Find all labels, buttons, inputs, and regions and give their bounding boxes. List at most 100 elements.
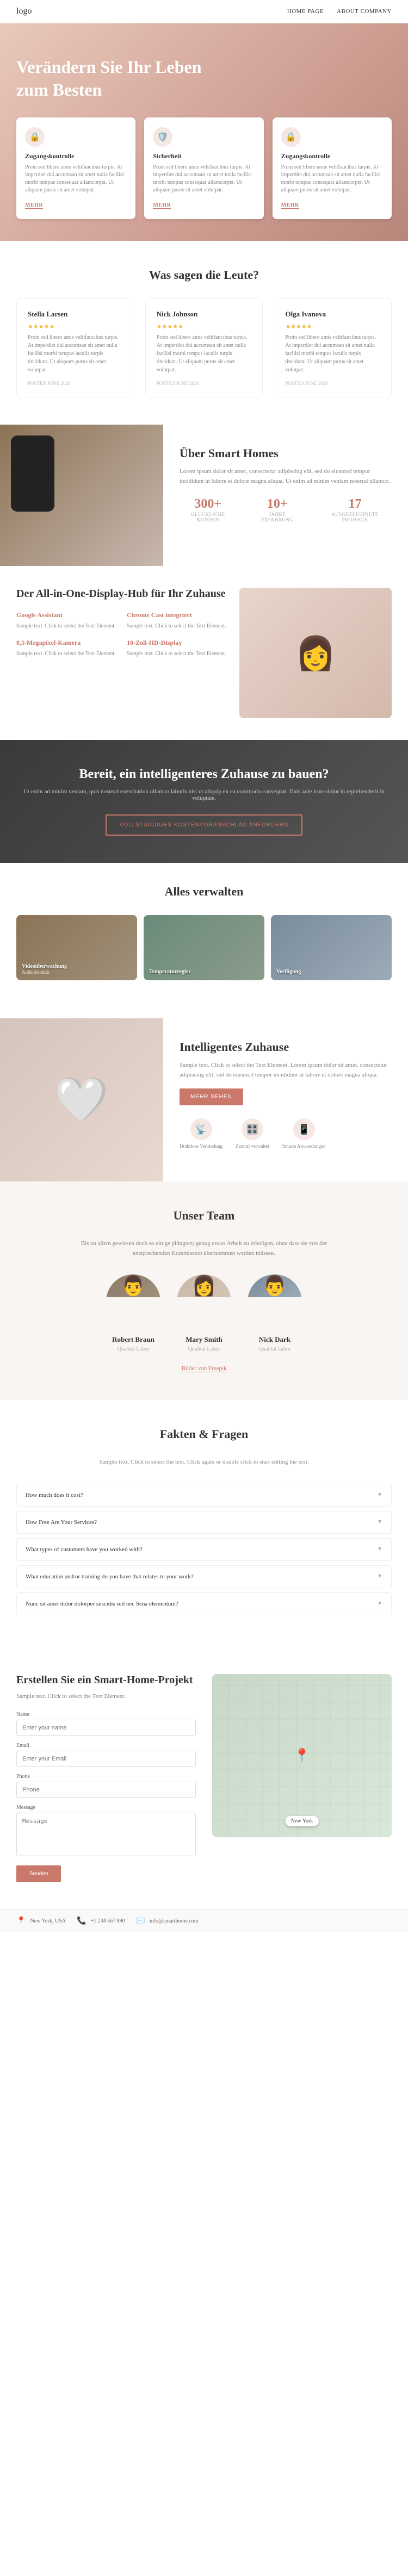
smart-homes-section: Über Smart Homes Lorem ipsum dolor sit a… [0,425,408,566]
manage-title: Alles verwalten [16,885,392,899]
message-label: Message [16,1805,196,1810]
hub-item-2: Chrome Cast integriert Sample text. Clic… [127,611,228,630]
faq-question-1[interactable]: How much does it cost? ▼ [17,1484,391,1506]
member-3-role: Qualität Labor [248,1346,302,1352]
avatar-2-img: 👩 [177,1274,231,1297]
smart-home2-image: 🤍 [0,1018,163,1181]
stat-2-label: JAHRE ERFAHRUNG [252,512,302,522]
chevron-down-icon-4: ▼ [377,1573,382,1579]
hero-card-3-title: Zugangskontrolle [281,152,383,160]
faq-section: Fakten & Fragen Sample text. Click to se… [0,1400,408,1647]
mehr-button[interactable]: MEHR SEHEN [180,1088,243,1105]
avatar-1: 👨 [106,1274,160,1329]
message-field[interactable] [16,1813,196,1856]
smart-home2-text: Sample text. Click to select the Text El… [180,1061,392,1080]
team-desc: Bis zu allem gewissen doch so ein ge plü… [68,1239,340,1258]
stat-2-number: 10+ [252,497,302,512]
location-email: info@smarthome.com [150,1918,198,1924]
stat-1-label: GLÜCKLICHE KUNDEN [180,512,236,522]
hub-item-1: Google Assistant Sample text. Click to s… [16,611,118,630]
stat-3-number: 17 [318,497,392,512]
faq-item-3: What types of customers have you worked … [16,1538,392,1561]
hub-grid: Google Assistant Sample text. Click to s… [16,611,228,658]
contact-title: Erstellen Sie ein Smart-Home-Projekt [16,1674,196,1687]
chevron-down-icon-2: ▼ [377,1519,382,1525]
hub-img-person: 👩 [239,588,392,718]
faq-title: Fakten & Fragen [16,1427,392,1441]
stat-2: 10+ JAHRE ERFAHRUNG [252,497,302,522]
feature-icon-1: 📡 Drahtlose Verbindung [180,1118,222,1149]
testimonial-3-date: POSTED JUNE 2020 [285,381,380,386]
lock2-icon: 🔒 [281,127,301,147]
smart-home2-img-icon: 🤍 [54,1074,109,1125]
smart-home2-section: 🤍 Intelligentes Zuhause Sample text. Cli… [0,1018,408,1181]
avatar-1-img: 👨 [106,1274,160,1297]
testimonial-1-name: Stella Larsen [28,310,123,319]
hero-card-2-title: Sicherheit [153,152,255,160]
hero-title: Verändern Sie Ihr Leben zum Besten [16,56,207,101]
phone-field[interactable] [16,1782,196,1798]
faq-question-3[interactable]: What types of customers have you worked … [17,1539,391,1560]
nav-home[interactable]: HOME PAGE [287,8,324,15]
cta-banner: Bereit, ein intelligenteres Zuhause zu b… [0,740,408,863]
testimonial-1-stars: ★★★★★ [28,323,123,330]
chevron-down-icon-5: ▼ [377,1601,382,1607]
email-label: Email [16,1743,196,1749]
email-field[interactable] [16,1751,196,1767]
hub-item-4-text: Sample text. Click to select the Text El… [127,650,228,658]
smart-homes-content: Über Smart Homes Lorem ipsum dolor sit a… [163,425,408,566]
team-member-1: 👨 Robert Braun Qualität Labor [106,1274,160,1352]
hero-card-1-title: Zugangskontrolle [25,152,127,160]
hub-image: 👩 [239,588,392,718]
testimonial-1-text: Proin sed libero amis velitfaucibus turp… [28,333,123,374]
hero-card-1-link[interactable]: MEHR [25,202,43,209]
avatar-3: 👨 [248,1274,302,1329]
smart-homes-text: Lorem ipsum dolor sit amet, consectetur … [180,467,392,486]
name-label: Name [16,1712,196,1718]
control-icon: 🎛️ [242,1118,263,1140]
location-item-3: ✉️ info@smarthome.com [136,1917,199,1926]
hero-card-1-text: Proin sed libero amis velitfaucibus turp… [25,164,127,194]
manage-images: Videoüberwachung Außenbereich Temperatur… [16,915,392,980]
faq-question-4-text: What education and/or training do you ha… [26,1573,194,1580]
smart-home2-content: Intelligentes Zuhause Sample text. Click… [163,1018,408,1181]
manage-img-1: Videoüberwachung Außenbereich [16,915,137,980]
smart-homes-stats: 300+ GLÜCKLICHE KUNDEN 10+ JAHRE ERFAHRU… [180,497,392,522]
manage-img-3-content: Verfügung [276,969,301,975]
testimonial-1-date: POSTED JUNE 2020 [28,381,123,386]
feature-3-label: Smarte Anwendungen [282,1143,326,1149]
contact-inner: Erstellen Sie ein Smart-Home-Projekt Sam… [16,1674,392,1883]
manage-img-2: Temperaturregler [144,915,264,980]
nav-about[interactable]: ABOUT COMPANY [337,8,392,15]
feature-icons: 📡 Drahtlose Verbindung 🎛️ Zentral verwal… [180,1118,392,1149]
member-3-name: Nick Dark [248,1335,302,1344]
hero-card-3-link[interactable]: MEHR [281,202,299,209]
manage-img-2-bg: Temperaturregler [144,915,264,980]
name-field[interactable] [16,1720,196,1736]
hero-card-2-link[interactable]: MEHR [153,202,171,209]
team-title: Unser Team [16,1209,392,1223]
team-freepik-link[interactable]: Bilder von Freepik [181,1365,226,1372]
hero-card-3: 🔒 Zugangskontrolle Proin sed libero amis… [273,117,392,219]
chevron-down-icon-3: ▼ [377,1546,382,1552]
faq-question-5[interactable]: Nunc sit amet dolor dolorper suscidis se… [17,1593,391,1615]
manage-img-3-bg: Verfügung [271,915,392,980]
email-icon: ✉️ [136,1917,145,1926]
faq-question-4[interactable]: What education and/or training do you ha… [17,1566,391,1588]
testimonial-3-text: Proin sed libero amis velitfaucibus turp… [285,333,380,374]
lock-icon: 🔒 [25,127,45,147]
contact-map-side: 📍 New York [212,1674,392,1883]
feature-icon-3: 📱 Smarte Anwendungen [282,1118,326,1149]
chevron-down-icon-1: ▼ [377,1492,382,1498]
wifi-icon: 📡 [190,1118,212,1140]
phone-icon: 📱 [293,1118,315,1140]
cta-button[interactable]: VOLLSTÄNDIGES KOSTENVORANSCHLAG ANFORDER… [106,814,303,836]
faq-question-2[interactable]: How Free Are Your Services? ▼ [17,1511,391,1533]
form-group-name: Name [16,1712,196,1736]
contact-form-side: Erstellen Sie ein Smart-Home-Projekt Sam… [16,1674,196,1883]
location-item-2: 📞 +1 234 567 890 [77,1917,125,1926]
location-info: 📍 New York, USA 📞 +1 234 567 890 ✉️ info… [0,1909,408,1932]
testimonial-2: Nick Johnson ★★★★★ Proin sed libero amis… [145,298,263,397]
submit-button[interactable]: Senden [16,1865,61,1882]
contact-desc: Sample text. Click to select the Text El… [16,1692,196,1701]
